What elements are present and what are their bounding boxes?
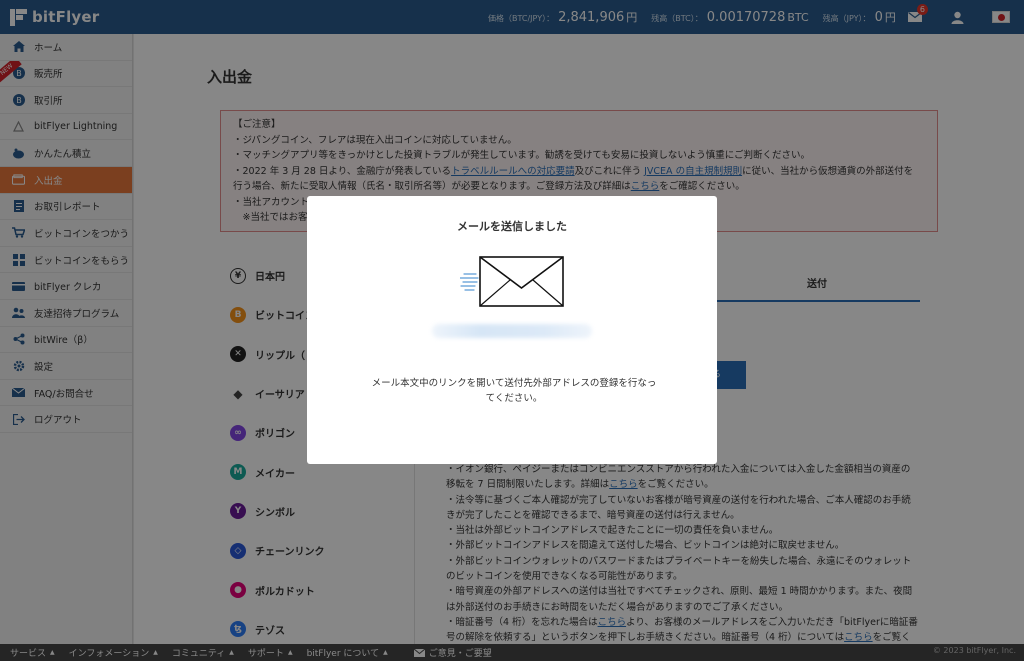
masked-email-address: [432, 324, 592, 338]
dialog-message: メール本文中のリンクを開いて送付先外部アドレスの登録を行なってください。: [371, 378, 657, 404]
dialog-title: メールを送信しました: [457, 220, 567, 233]
email-sent-dialog: メールを送信しました メール本文中のリンクを開いて送付先外部アドレスの登録を行な…: [307, 196, 717, 464]
envelope-icon: [459, 256, 564, 308]
